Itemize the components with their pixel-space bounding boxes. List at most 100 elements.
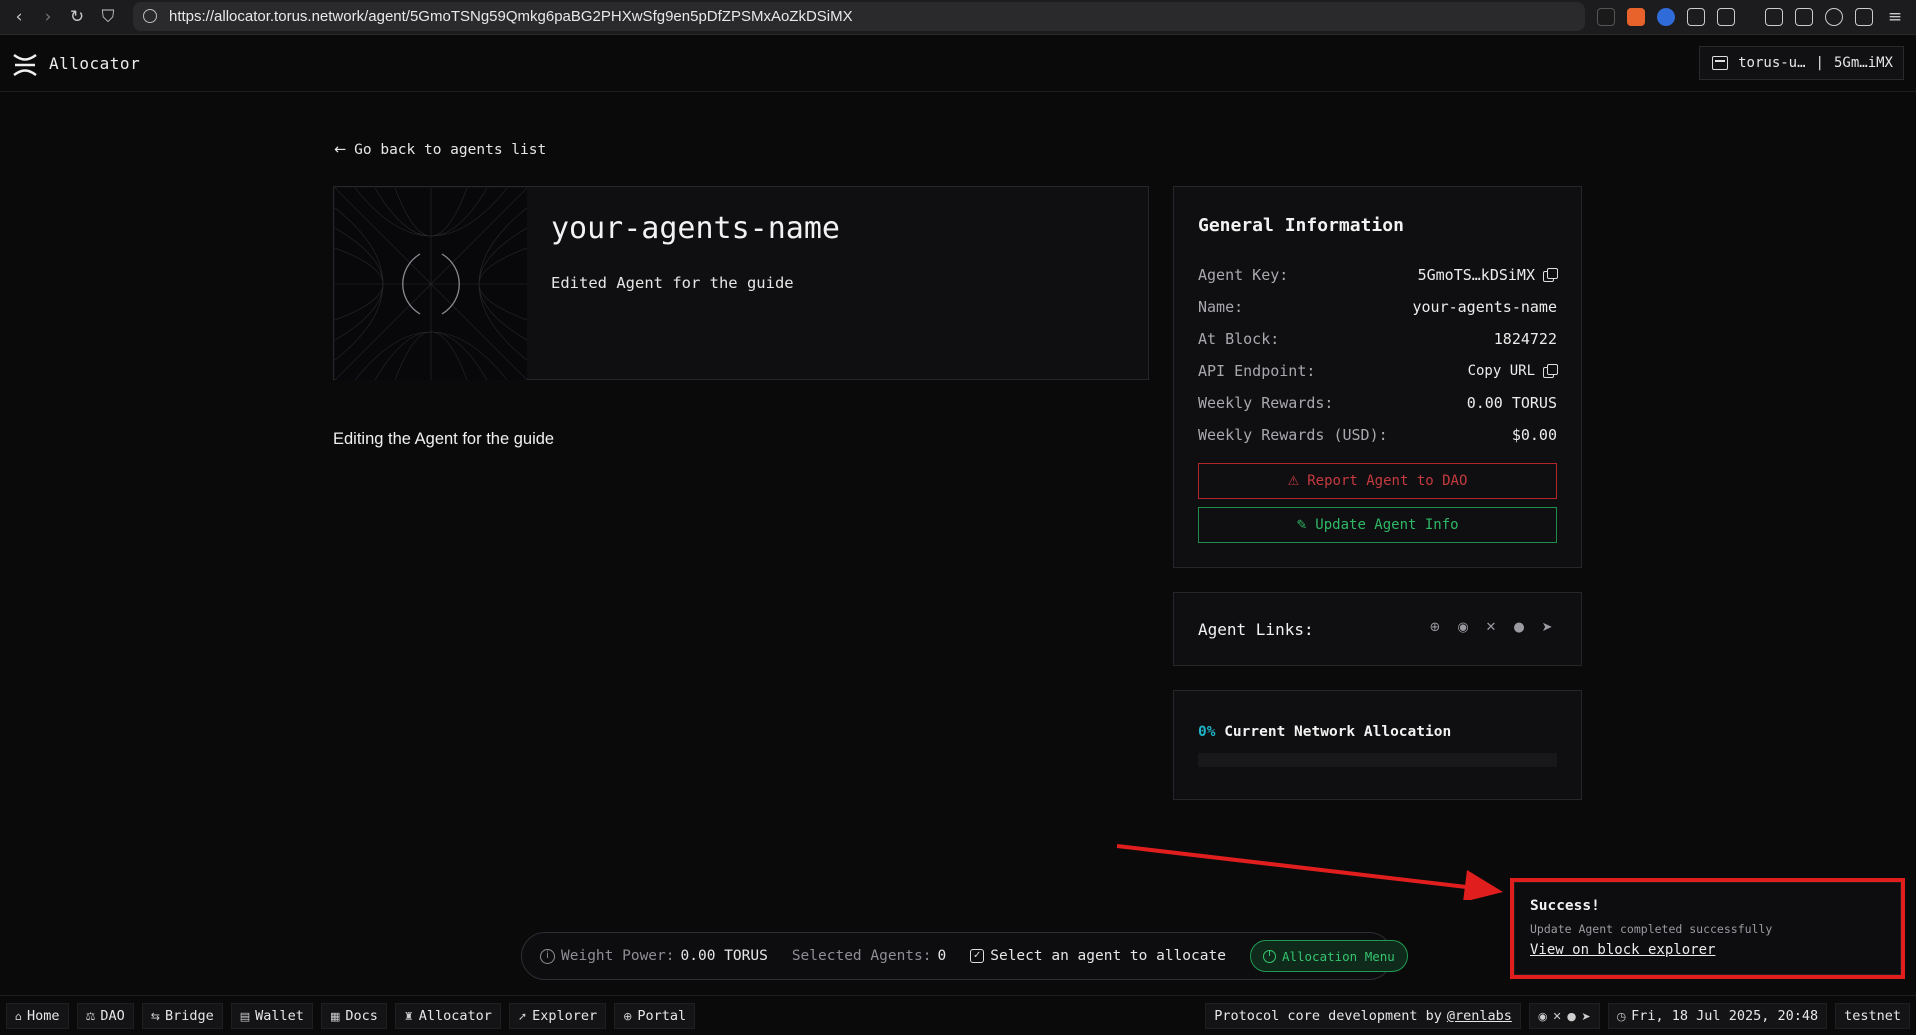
discord-icon[interactable]: ◉ <box>1455 620 1471 636</box>
telegram-icon[interactable]: ➤ <box>1539 620 1555 636</box>
x-icon[interactable]: ✕ <box>1553 1010 1562 1023</box>
puzzle-extensions-icon[interactable] <box>1687 8 1705 26</box>
agent-header-card: your-agents-name Edited Agent for the gu… <box>333 186 1149 380</box>
explorer-icon: ➚ <box>517 1009 528 1023</box>
allocation-menu-button[interactable]: Allocation Menu <box>1249 940 1408 972</box>
footer-portal[interactable]: ⊕ Portal <box>614 1003 696 1029</box>
footer-label: Docs <box>345 1008 378 1024</box>
github-icon[interactable]: ● <box>1567 1010 1577 1023</box>
credit-prefix: Protocol core development by <box>1214 1008 1442 1024</box>
copy-icon <box>1543 364 1558 378</box>
network-allocation-card: 0% Current Network Allocation <box>1173 690 1582 800</box>
x-icon[interactable]: ✕ <box>1483 620 1499 636</box>
info-row-weekly-rewards: Weekly Rewards: 0.00 TORUS <box>1198 393 1557 413</box>
metamask-extension-icon[interactable] <box>1627 8 1645 26</box>
bookmark-icon[interactable]: ⛉ <box>97 6 119 28</box>
weight-power-value: 0.00 TORUS <box>680 948 768 964</box>
info-label: Weekly Rewards: <box>1198 394 1334 412</box>
info-label: Agent Key: <box>1198 266 1289 284</box>
network-allocation-bar <box>1198 753 1557 767</box>
clock-icon: ◷ <box>1616 1009 1627 1023</box>
footer-bridge[interactable]: ⇆ Bridge <box>141 1003 223 1029</box>
general-information-title: General Information <box>1198 215 1404 236</box>
url-text: https://allocator.torus.network/agent/5G… <box>169 8 853 25</box>
app-title[interactable]: Allocator <box>49 54 140 73</box>
footer-datetime: ◷ Fri, 18 Jul 2025, 20:48 <box>1607 1003 1828 1029</box>
update-agent-button[interactable]: ✎ Update Agent Info <box>1198 507 1557 543</box>
info-value: 0.00 TORUS <box>1466 394 1557 412</box>
sidebar-toggle-icon[interactable] <box>1765 8 1783 26</box>
footer-label: Bridge <box>164 1008 214 1024</box>
info-label: API Endpoint: <box>1198 362 1316 380</box>
general-information-card: General Information Agent Key: 5GmoTS…kD… <box>1173 186 1582 568</box>
pie-chart-icon <box>1262 949 1276 963</box>
allocation-bar: i Weight Power: 0.00 TORUS Selected Agen… <box>521 932 1408 980</box>
select-agent-prompt[interactable]: ✓ Select an agent to allocate <box>970 948 1226 964</box>
selected-agents-label: Selected Agents: <box>791 948 932 964</box>
weight-power-label: Weight Power: <box>561 948 675 964</box>
agent-key-value: 5GmoTS…kDSiMX <box>1417 266 1535 284</box>
warning-triangle-icon: ⚠ <box>1287 473 1300 489</box>
update-agent-label: Update Agent Info <box>1315 517 1459 533</box>
agent-links-icons: ⊕ ◉ ✕ ● ➤ <box>1427 620 1555 636</box>
ai-sparkle-icon[interactable] <box>1825 8 1843 26</box>
wallet-extension-icon[interactable] <box>1795 8 1813 26</box>
wallet-address: 5Gm…iMX <box>1833 55 1893 71</box>
back-arrow-icon[interactable]: ‹ <box>8 6 30 28</box>
copy-url-button[interactable]: Copy URL <box>1468 363 1558 379</box>
site-info-icon[interactable] <box>143 9 157 23</box>
report-agent-button[interactable]: ⚠ Report Agent to DAO <box>1198 463 1557 499</box>
info-icon: i <box>540 948 555 964</box>
github-icon[interactable]: ● <box>1511 620 1527 636</box>
home-icon: ⌂ <box>15 1009 22 1023</box>
telegram-icon[interactable]: ➤ <box>1581 1010 1590 1023</box>
browser-toolbar: ‹ › ↻ ⛉ https://allocator.torus.network/… <box>0 0 1916 35</box>
renlabs-link[interactable]: @renlabs <box>1447 1008 1512 1024</box>
info-value: 5GmoTS…kDSiMX <box>1417 266 1558 284</box>
footer-credit: Protocol core development by @renlabs <box>1205 1003 1521 1029</box>
bitwarden-extension-icon[interactable] <box>1657 8 1675 26</box>
allocator-icon: ♜ <box>403 1009 414 1023</box>
wallet-icon: ▤ <box>239 1009 251 1023</box>
footer-label: Explorer <box>532 1008 598 1024</box>
agent-name: your-agents-name <box>551 211 840 246</box>
forward-arrow-icon[interactable]: › <box>37 6 59 28</box>
menu-icon[interactable]: ≡ <box>1884 6 1906 28</box>
globe-icon[interactable]: ⊕ <box>1427 620 1443 636</box>
discord-icon[interactable]: ◉ <box>1538 1010 1548 1023</box>
shield-icon[interactable] <box>1855 8 1873 26</box>
agent-links-card: Agent Links: ⊕ ◉ ✕ ● ➤ <box>1173 592 1582 666</box>
info-row-agent-key: Agent Key: 5GmoTS…kDSiMX <box>1198 265 1558 285</box>
footer-dao[interactable]: ⚖ DAO <box>76 1003 134 1029</box>
info-label: Weekly Rewards (USD): <box>1198 426 1388 444</box>
footer: ⌂ Home ⚖ DAO ⇆ Bridge ▤ Wallet ▦ Docs ♜ Alloca… <box>0 995 1916 1035</box>
extension-icon[interactable] <box>1597 8 1615 26</box>
address-bar[interactable]: https://allocator.torus.network/agent/5G… <box>133 2 1585 31</box>
info-row-name: Name: your-agents-name <box>1198 297 1557 317</box>
selected-agents-value: 0 <box>937 948 947 964</box>
wallet-button[interactable]: torus-u… | 5Gm…iMX <box>1699 46 1904 80</box>
info-label: At Block: <box>1198 330 1280 348</box>
agent-description: Editing the Agent for the guide <box>333 430 555 448</box>
footer-nav: ⌂ Home ⚖ DAO ⇆ Bridge ▤ Wallet ▦ Docs ♜ Alloca… <box>6 1003 696 1029</box>
footer-label: Portal <box>637 1008 687 1024</box>
footer-label: Allocator <box>418 1008 492 1024</box>
back-to-agents-link[interactable]: ← Go back to agents list <box>334 142 546 158</box>
footer-home[interactable]: ⌂ Home <box>6 1003 69 1029</box>
footer-docs[interactable]: ▦ Docs <box>320 1003 387 1029</box>
reload-icon[interactable]: ↻ <box>66 6 88 28</box>
selected-agents: Selected Agents: 0 <box>792 948 946 964</box>
footer-explorer[interactable]: ➚ Explorer <box>508 1003 607 1029</box>
allocation-menu-label: Allocation Menu <box>1281 948 1395 964</box>
agent-short-description: Edited Agent for the guide <box>551 274 794 292</box>
network-allocation-title: 0% Current Network Allocation <box>1198 724 1451 740</box>
screenshot-extension-icon[interactable] <box>1717 8 1735 26</box>
copy-icon[interactable] <box>1543 268 1558 282</box>
info-value: 1824722 <box>1493 330 1557 348</box>
torus-logo-icon[interactable] <box>12 52 38 78</box>
app-header: Allocator torus-u… | 5Gm…iMX <box>0 36 1916 92</box>
footer-wallet[interactable]: ▤ Wallet <box>230 1003 313 1029</box>
footer-allocator[interactable]: ♜ Allocator <box>394 1003 501 1029</box>
dao-icon: ⚖ <box>85 1009 96 1023</box>
footer-network: testnet <box>1835 1003 1910 1029</box>
